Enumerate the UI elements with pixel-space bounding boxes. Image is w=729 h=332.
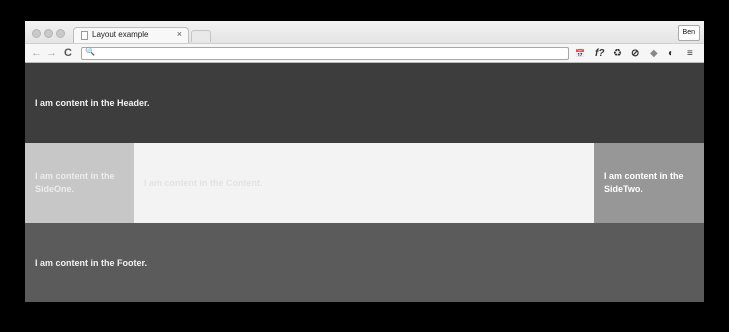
opera-icon[interactable]: ◐	[668, 47, 674, 60]
footer-region: I am content in the Footer.	[25, 223, 704, 302]
side-one-text: I am content in the SideOne.	[35, 171, 115, 194]
address-bar[interactable]: 🔍	[81, 47, 569, 60]
menu-icon[interactable]: ≡	[687, 47, 693, 60]
side-two-text: I am content in the SideTwo.	[604, 171, 684, 194]
tab-title: Layout example	[92, 30, 149, 39]
tab-strip: Layout example × Ben	[25, 21, 704, 43]
forward-button[interactable]: →	[46, 46, 57, 60]
header-region: I am content in the Header.	[25, 63, 704, 143]
zoom-window-button[interactable]	[56, 29, 65, 38]
page-viewport: I am content in the Header. I am content…	[25, 63, 704, 302]
reload-button[interactable]: C	[64, 46, 72, 60]
browser-window: Layout example × Ben ← → C 🔍 📅 f? ♻ ⊘ ◆ …	[25, 21, 704, 302]
calendar-icon[interactable]: 📅	[575, 47, 585, 60]
block-icon[interactable]: ⊘	[631, 47, 639, 60]
document-icon	[81, 31, 88, 40]
tab-layout-example[interactable]: Layout example ×	[73, 27, 189, 43]
side-one-region: I am content in the SideOne.	[25, 143, 134, 223]
content-region: I am content in the Content.	[134, 143, 594, 223]
side-two-region: I am content in the SideTwo.	[594, 143, 704, 223]
content-text: I am content in the Content.	[144, 178, 263, 188]
diamond-icon[interactable]: ◆	[650, 47, 658, 60]
user-profile-button[interactable]: Ben	[677, 25, 700, 41]
recycle-icon[interactable]: ♻	[613, 47, 622, 60]
footer-text: I am content in the Footer.	[35, 258, 148, 268]
new-tab-button[interactable]	[191, 30, 211, 42]
font-finder-icon[interactable]: f?	[595, 47, 604, 60]
close-window-button[interactable]	[32, 29, 41, 38]
header-text: I am content in the Header.	[35, 98, 150, 108]
close-tab-icon[interactable]: ×	[177, 29, 182, 39]
minimize-window-button[interactable]	[44, 29, 53, 38]
back-button[interactable]: ←	[31, 46, 42, 60]
browser-toolbar: ← → C 🔍 📅 f? ♻ ⊘ ◆ ◐ ≡	[25, 43, 704, 63]
search-icon: 🔍	[85, 47, 95, 56]
